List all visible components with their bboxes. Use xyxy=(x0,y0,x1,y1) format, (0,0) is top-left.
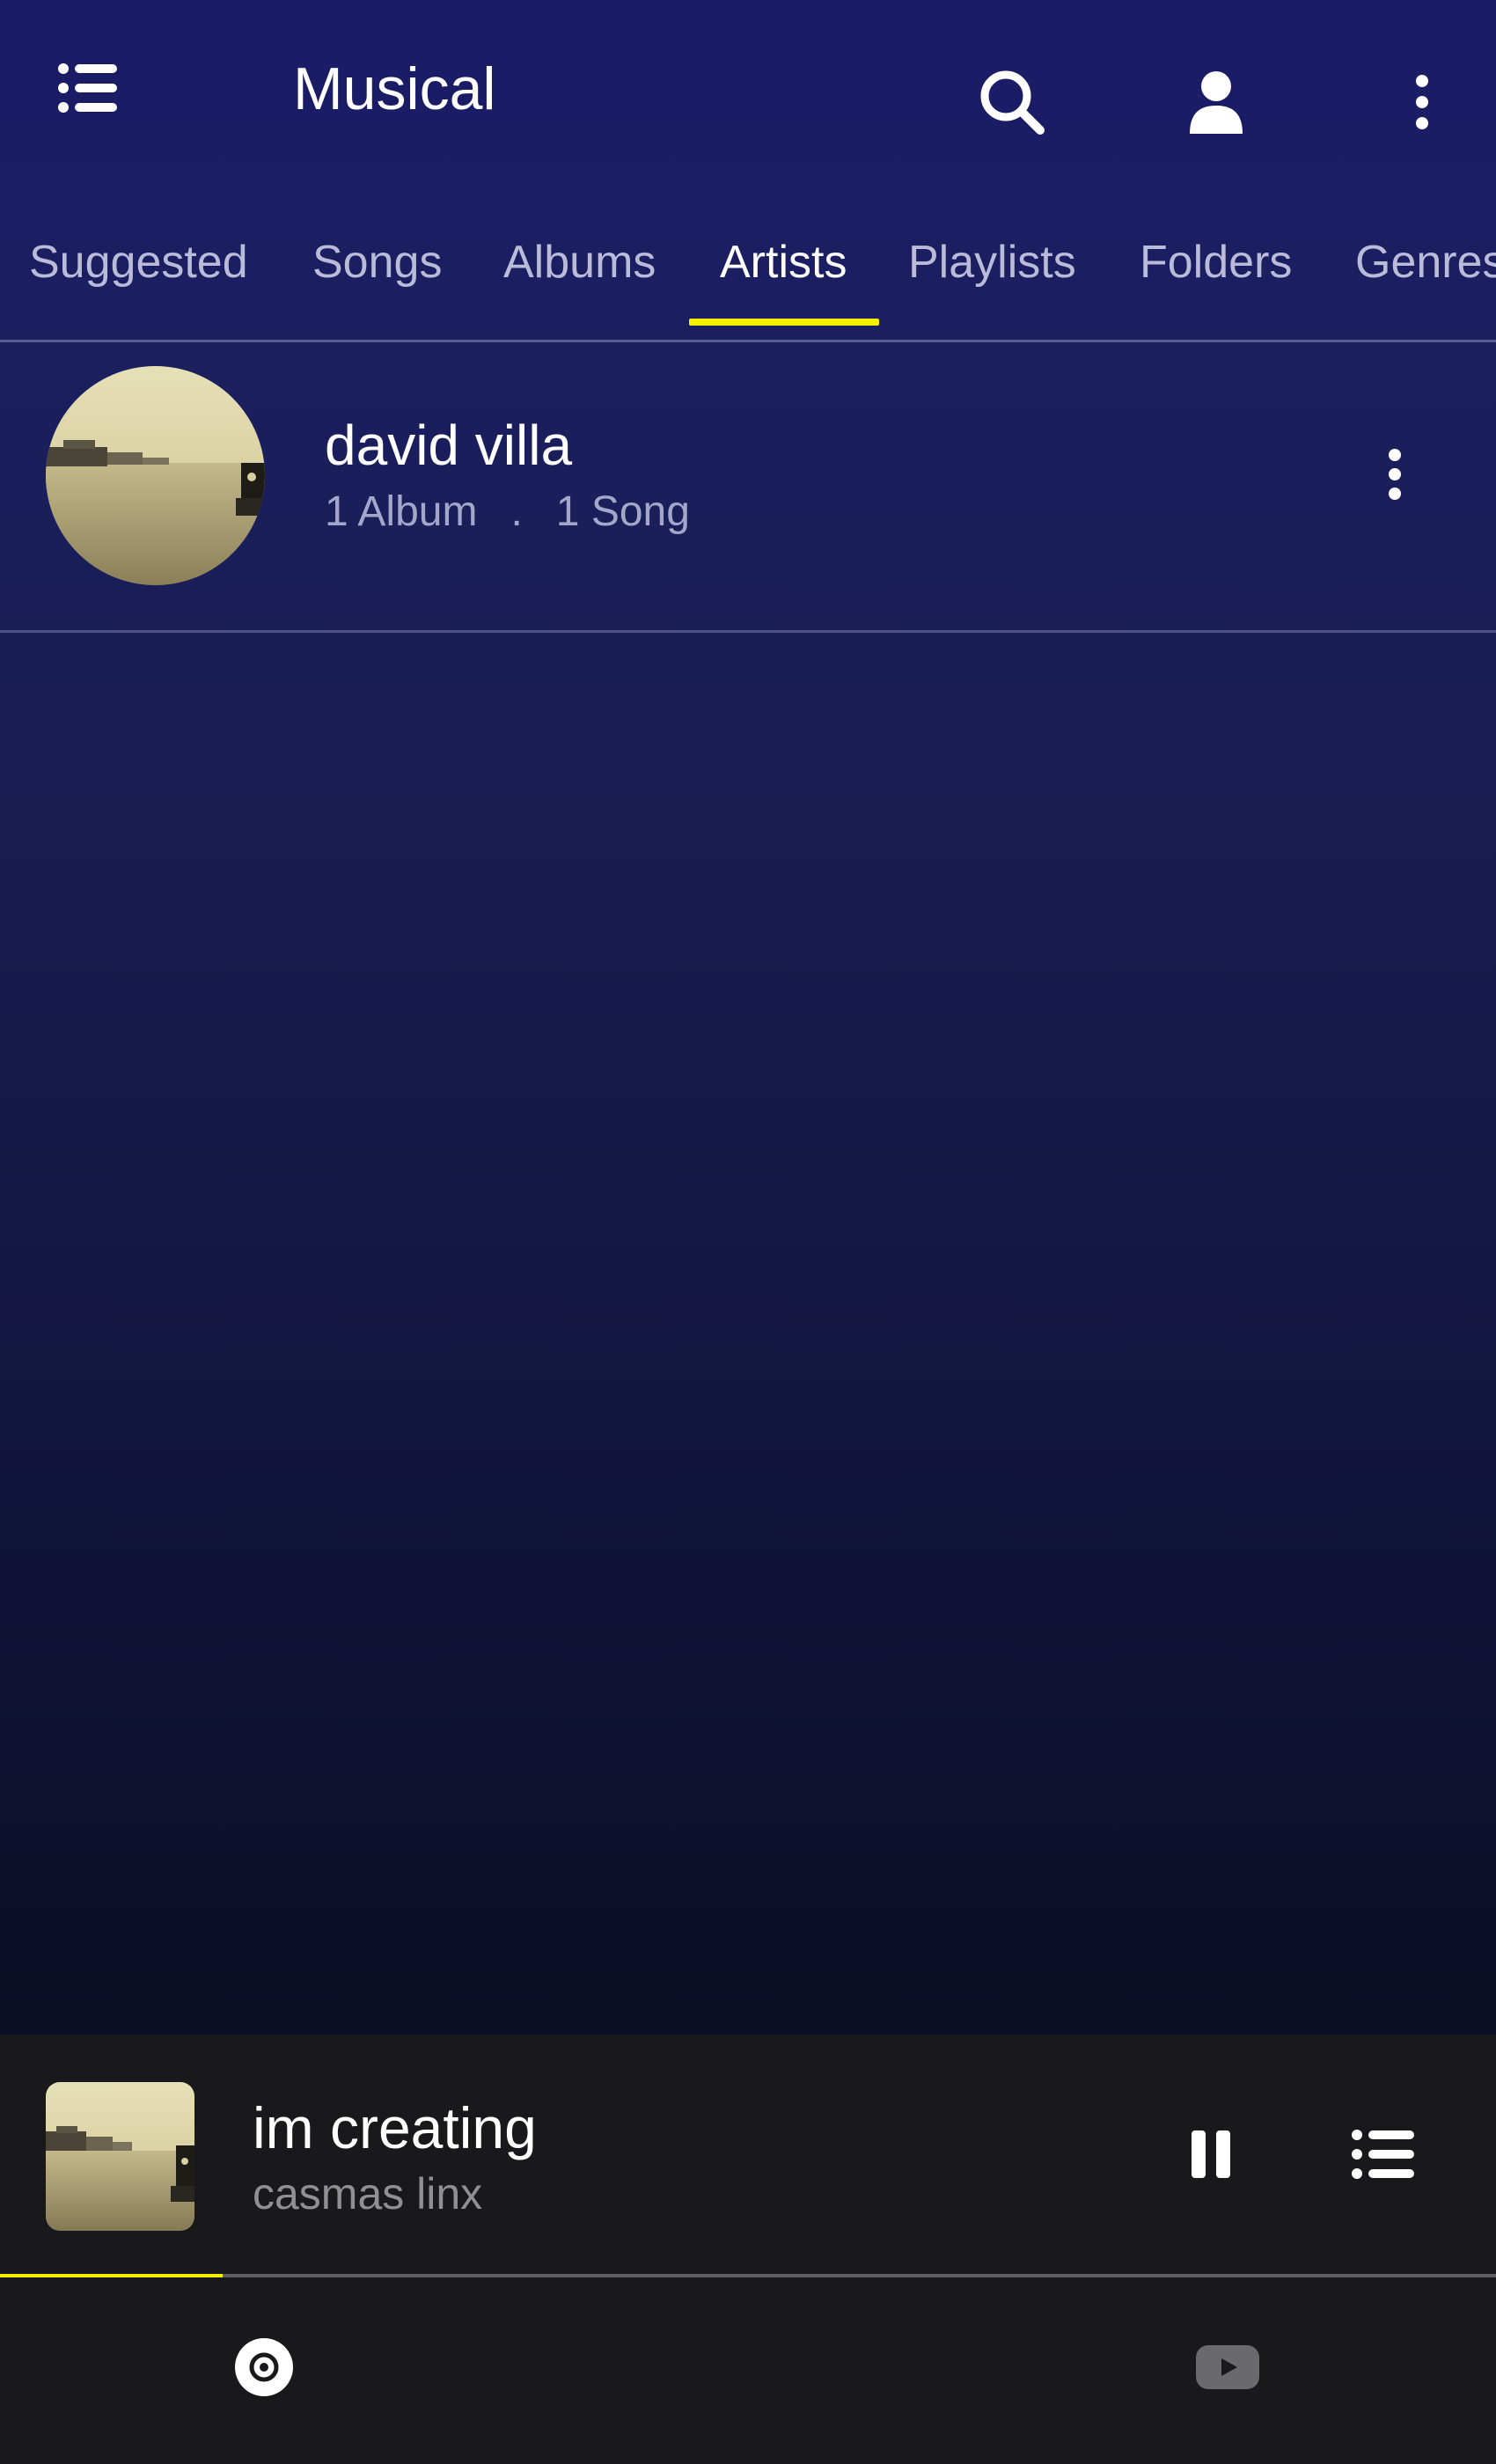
now-playing-title: im creating xyxy=(253,2095,537,2160)
now-playing-artist: casmas linx xyxy=(253,2169,483,2218)
pause-icon xyxy=(1192,2130,1230,2178)
artist-avatar xyxy=(46,366,265,585)
artist-more-button[interactable] xyxy=(1351,430,1439,518)
music-disc-icon xyxy=(235,2338,293,2396)
queue-list-icon xyxy=(1352,2130,1414,2179)
artist-song-count: 1 Song xyxy=(555,488,690,535)
more-vertical-icon xyxy=(1389,449,1401,500)
list-menu-icon xyxy=(58,63,117,113)
menu-button[interactable] xyxy=(44,44,132,132)
tab-suggested[interactable]: Suggested xyxy=(29,220,248,326)
now-playing-artwork xyxy=(46,2082,194,2231)
overflow-menu-button[interactable] xyxy=(1378,58,1466,146)
tab-albums[interactable]: Albums xyxy=(503,220,656,326)
more-vertical-icon xyxy=(1416,75,1428,129)
queue-button[interactable] xyxy=(1339,2110,1427,2198)
tab-artists[interactable]: Artists xyxy=(720,220,847,326)
nav-video-button[interactable] xyxy=(1184,2323,1272,2411)
nav-music-button[interactable] xyxy=(220,2323,308,2411)
tab-folders[interactable]: Folders xyxy=(1140,220,1292,326)
artist-name: david villa xyxy=(325,414,573,477)
search-button[interactable] xyxy=(968,58,1056,146)
active-tab-indicator xyxy=(689,319,879,326)
account-button[interactable] xyxy=(1172,58,1260,146)
pause-button[interactable] xyxy=(1167,2110,1255,2198)
row-divider xyxy=(0,630,1496,633)
top-app-bar: Musical xyxy=(0,0,1496,176)
bottom-navigation xyxy=(0,2277,1496,2464)
artist-album-count: 1 Album xyxy=(325,488,478,535)
list-item[interactable]: david villa 1 Album. 1 Song xyxy=(0,342,1496,631)
tab-playlists[interactable]: Playlists xyxy=(908,220,1076,326)
meta-separator: . xyxy=(510,488,523,535)
person-icon xyxy=(1190,71,1243,134)
youtube-play-icon xyxy=(1196,2345,1259,2389)
tab-genres[interactable]: Genres xyxy=(1355,220,1496,326)
artist-meta: 1 Album. 1 Song xyxy=(325,488,690,536)
category-tabs: Suggested Songs Albums Artists Playlists… xyxy=(0,220,1496,334)
app-title: Musical xyxy=(293,55,496,122)
search-icon xyxy=(980,70,1045,135)
mini-player[interactable]: im creating casmas linx xyxy=(0,2035,1496,2276)
tab-songs[interactable]: Songs xyxy=(312,220,442,326)
